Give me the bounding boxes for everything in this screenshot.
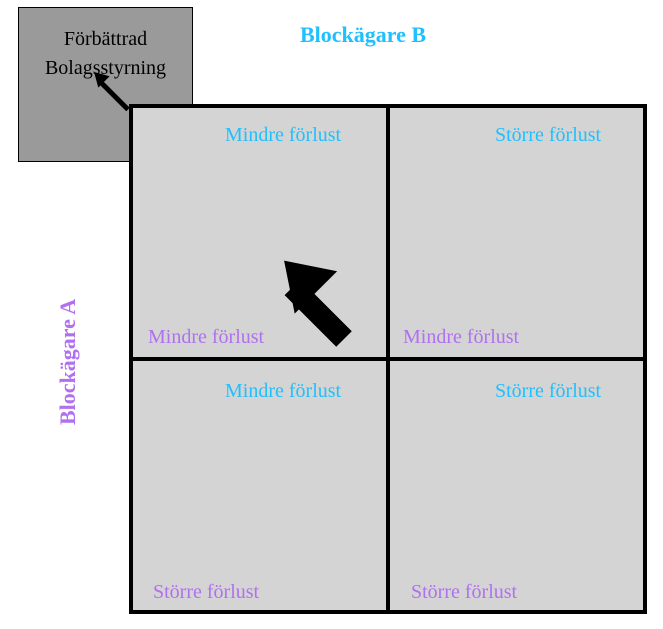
- cell-00-payoff-a: Mindre förlust: [148, 326, 264, 349]
- cell-01-payoff-b: Större förlust: [495, 124, 601, 147]
- cell-11-payoff-a: Större förlust: [411, 581, 517, 604]
- cell-10-payoff-b: Mindre förlust: [225, 380, 341, 403]
- owner-a-label: Blockägare A: [55, 299, 81, 425]
- cell-10-payoff-a: Större förlust: [153, 581, 259, 604]
- cell-00-payoff-b: Mindre förlust: [225, 124, 341, 147]
- payoff-matrix: [129, 104, 647, 614]
- owner-b-label: Blockägare B: [300, 22, 426, 48]
- diagram-stage: Blockägare B Blockägare A Förbättrad Bol…: [0, 0, 663, 629]
- outcome-box-line1: Förbättrad: [19, 28, 192, 51]
- cell-01-payoff-a: Mindre förlust: [403, 326, 519, 349]
- matrix-hline: [133, 357, 643, 361]
- cell-11-payoff-b: Större förlust: [495, 380, 601, 403]
